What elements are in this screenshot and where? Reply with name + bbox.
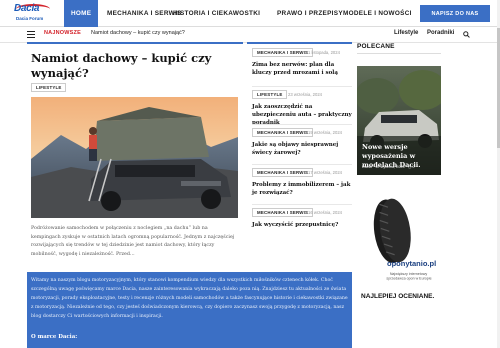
divider bbox=[252, 204, 352, 205]
list-item-date: 23 września, 2024 bbox=[288, 92, 322, 97]
logo-word: Dacia bbox=[14, 3, 40, 14]
list-item-tag[interactable]: MECHANIKA I SERWIS bbox=[252, 48, 314, 57]
about-text: Witamy na naszym blogu motoryzacyjnym, k… bbox=[31, 278, 348, 319]
ad-caption: Największy internetowy sprzedawca opon w… bbox=[386, 272, 431, 281]
site-logo[interactable]: Dacia Dacia Forum bbox=[8, 3, 58, 25]
top-navigation: Dacia Dacia Forum HOME MECHANIKA I SERWI… bbox=[0, 0, 500, 27]
ticker-link[interactable]: Namiot dachowy – kupić czy wynająć? bbox=[91, 30, 185, 36]
promo-article-meta: Dacia · 12 stycznia, 2025 · ◷ 0 bbox=[362, 165, 415, 169]
featured-article-excerpt: Podróżowanie samochodem w połączeniu z n… bbox=[31, 226, 235, 257]
divider bbox=[252, 86, 352, 87]
list-item-tag[interactable]: MECHANIKA I SERWIS bbox=[252, 168, 314, 177]
divider bbox=[357, 53, 441, 54]
list-item-date: 19 września, 2024 bbox=[308, 130, 342, 135]
tyre-advertisement[interactable]: oponytanio.pl Największy internetowy spr… bbox=[357, 193, 441, 288]
featured-article-title[interactable]: Namiot dachowy – kupić czy wynająć? bbox=[31, 51, 231, 81]
top-rated-heading: NAJLEPIEJ OCENIANE. bbox=[361, 293, 435, 300]
list-item-title[interactable]: Jak wyczyścić przepustnicę? bbox=[252, 221, 352, 229]
secondary-bar: NAJNOWSZE Namiot dachowy – kupić czy wyn… bbox=[0, 27, 500, 43]
about-heading: O marce Dacia: bbox=[31, 334, 78, 340]
featured-article-tag[interactable]: LIFESTYLE bbox=[31, 83, 67, 92]
ad-brand-logo: oponytanio.pl bbox=[387, 259, 436, 268]
list-item-tag[interactable]: LIFESTYLE bbox=[252, 90, 288, 99]
list-item-title[interactable]: Problemy z immobilizerem – jak je rozwią… bbox=[252, 181, 352, 197]
list-item-tag[interactable]: MECHANIKA I SERWIS bbox=[252, 208, 314, 217]
featured-article-image[interactable] bbox=[31, 97, 238, 218]
list-item-title[interactable]: Zima bez nerwów: plan dla kluczy przed m… bbox=[252, 61, 352, 77]
list-item-tag[interactable]: MECHANIKA I SERWIS bbox=[252, 128, 314, 137]
nav-models[interactable]: MODELE I NOWOŚCI bbox=[336, 0, 419, 27]
logo-subtitle: Dacia Forum bbox=[16, 16, 44, 21]
sub-link-guides[interactable]: Poradniki bbox=[427, 30, 454, 36]
list-item-date: 1 listopada, 2024 bbox=[308, 50, 340, 55]
list-item-title[interactable]: Jakie są objawy niesprawnej świecy żarow… bbox=[252, 141, 352, 157]
divider bbox=[252, 124, 352, 125]
search-icon[interactable] bbox=[463, 31, 470, 38]
ticker-label: NAJNOWSZE bbox=[44, 30, 81, 36]
nav-home[interactable]: HOME bbox=[64, 0, 99, 27]
hamburger-menu-icon[interactable] bbox=[27, 31, 35, 39]
divider bbox=[252, 164, 352, 165]
list-item-date: 16 września, 2024 bbox=[308, 210, 342, 215]
nav-history[interactable]: HISTORIA I CIEKAWOSTKI bbox=[166, 0, 267, 27]
list-item-date: 17 września, 2024 bbox=[308, 170, 342, 175]
sidebar-heading: POLECANE bbox=[357, 43, 395, 50]
write-to-us-button[interactable]: NAPISZ DO NAS bbox=[420, 5, 490, 22]
sub-link-lifestyle[interactable]: Lifestyle bbox=[394, 30, 418, 36]
